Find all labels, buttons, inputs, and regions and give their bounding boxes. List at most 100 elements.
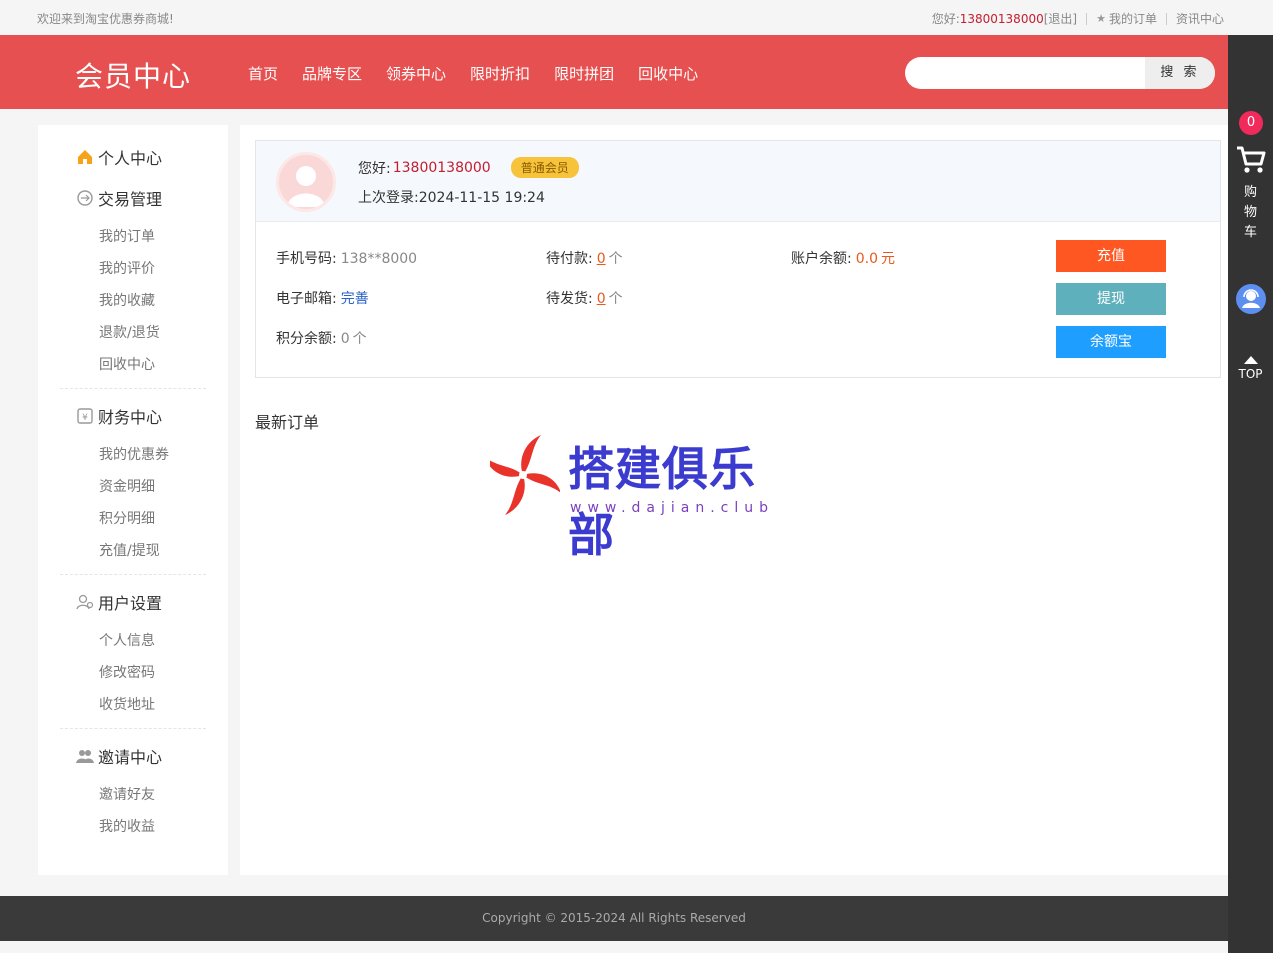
balance-currency: 元 [880,251,895,267]
balance-row: 账户余额: 0.0 元 [791,248,895,268]
nav-group-buy[interactable]: 限时拼团 [554,63,614,84]
menu-item-recycle[interactable]: 回收中心 [99,354,155,374]
nav-coupons[interactable]: 领券中心 [386,63,446,84]
member-level-badge: 普通会员 [510,157,579,178]
menu-item-shipping-address[interactable]: 收货地址 [99,694,155,714]
menu-item-profile-info[interactable]: 个人信息 [99,630,155,650]
pending-payment-label: 待付款: [546,251,593,267]
pending-shipment-label: 待发货: [546,291,593,307]
main-nav: 首页 品牌专区 领券中心 限时折扣 限时拼团 回收中心 [248,63,722,84]
back-to-top-button[interactable]: TOP [1228,353,1273,381]
menu-personal-label: 个人中心 [98,149,163,168]
top-bar-right: 您好: 13800138000 [退出] ★ 我的订单 资讯中心 [932,10,1224,27]
pending-shipment-unit: 个 [608,291,623,307]
balance-value: 0.0 [855,251,878,267]
footer: Copyright © 2015-2024 All Rights Reserve… [0,896,1228,941]
phone-label: 手机号码: [276,251,337,267]
email-complete-link[interactable]: 完善 [341,291,369,307]
pending-payment-count[interactable]: 0 [597,251,606,267]
home-icon [78,150,92,164]
pending-shipment-count[interactable]: 0 [597,291,606,307]
user-settings-icon [76,594,94,610]
menu-user-settings-title: 用户设置 [98,594,163,613]
search-input[interactable] [905,57,1145,89]
balance-label: 账户余额: [791,251,852,267]
page-logo[interactable]: 会员中心 [75,55,191,95]
customer-service-icon[interactable] [1236,284,1266,314]
recharge-button[interactable]: 充值 [1056,240,1166,272]
search-button[interactable]: 搜 索 [1145,57,1215,89]
last-login: 上次登录:2024-11-15 19:24 [358,187,545,207]
welcome-text: 欢迎来到淘宝优惠券商城! [37,12,174,26]
trade-icon [77,190,93,206]
menu-item-change-password[interactable]: 修改密码 [99,662,155,682]
right-toolbar: 0 购 物 车 TOP [1228,35,1273,953]
menu-item-my-earnings[interactable]: 我的收益 [99,816,155,836]
nav-flash-discount[interactable]: 限时折扣 [470,63,530,84]
avatar[interactable] [276,152,336,212]
cart-label[interactable]: 购 物 车 [1228,183,1273,243]
menu-item-refunds[interactable]: 退款/退货 [99,322,160,342]
invite-icon [76,750,94,763]
top-username-link[interactable]: 13800138000 [960,12,1044,26]
yuebao-button[interactable]: 余额宝 [1056,326,1166,358]
side-menu: 个人中心 交易管理 我的订单 我的评价 我的收藏 退款/退货 回收中心 ¥ 财务… [38,125,228,875]
email-label: 电子邮箱: [276,291,337,307]
star-icon: ★ [1096,12,1106,25]
news-center-link[interactable]: 资讯中心 [1176,10,1224,27]
pending-payment-row: 待付款: 0 个 [546,248,623,268]
menu-trade-title: 交易管理 [98,190,163,209]
top-separator [1086,12,1088,25]
username: 13800138000 [392,159,491,176]
copyright-text: Copyright © 2015-2024 All Rights Reserve… [482,911,746,925]
top-separator [1165,12,1167,25]
nav-home[interactable]: 首页 [248,63,278,84]
account-header: 您好: 13800138000 普通会员 上次登录:2024-11-15 19:… [256,141,1220,222]
menu-divider [60,728,206,729]
menu-finance-title: 财务中心 [98,408,163,427]
menu-group-user-settings: 用户设置 [76,590,162,614]
menu-item-points-details[interactable]: 积分明细 [99,508,155,528]
menu-item-my-coupons[interactable]: 我的优惠券 [99,444,169,464]
watermark-url: www.dajian.club [570,500,775,516]
finance-icon: ¥ [77,408,93,424]
menu-group-invite: 邀请中心 [76,744,162,768]
menu-divider [60,574,206,575]
email-row: 电子邮箱: 完善 [276,288,369,308]
header: 会员中心 首页 品牌专区 领券中心 限时折扣 限时拼团 回收中心 搜 索 [0,35,1228,109]
cart-icon[interactable] [1235,145,1267,175]
greeting-label: 您好: [358,160,391,177]
last-login-label: 上次登录: [358,190,419,206]
top-bar: 欢迎来到淘宝优惠券商城! 您好: 13800138000 [退出] ★ 我的订单… [0,0,1228,35]
cart-count-badge: 0 [1239,111,1263,135]
menu-group-finance: ¥ 财务中心 [76,404,162,428]
logout-link[interactable]: [退出] [1044,10,1077,27]
svg-text:¥: ¥ [82,413,88,423]
menu-item-my-favorites[interactable]: 我的收藏 [99,290,155,310]
pinwheel-logo-icon [490,435,560,515]
search-box: 搜 索 [905,57,1215,89]
menu-item-recharge-withdraw[interactable]: 充值/提现 [99,540,160,560]
watermark-logo: 搭建俱乐部 www.dajian.club [490,427,790,562]
menu-item-my-orders[interactable]: 我的订单 [99,226,155,246]
menu-item-fund-details[interactable]: 资金明细 [99,476,155,496]
pending-payment-unit: 个 [608,251,623,267]
watermark-title: 搭建俱乐部 [568,442,756,562]
points-value: 0 [340,331,350,347]
my-orders-link[interactable]: 我的订单 [1109,10,1157,27]
greeting: 您好: 13800138000 普通会员 [358,157,579,178]
withdraw-button[interactable]: 提现 [1056,283,1166,315]
points-label: 积分余额: [276,331,337,347]
nav-brands[interactable]: 品牌专区 [302,63,362,84]
hello-prefix: 您好: [931,12,960,26]
menu-personal-center[interactable]: 个人中心 [76,145,162,169]
menu-group-trade: 交易管理 [76,186,162,210]
menu-divider [60,388,206,389]
back-to-top-label: TOP [1238,367,1263,381]
account-summary-card: 您好: 13800138000 普通会员 上次登录:2024-11-15 19:… [255,140,1221,378]
nav-recycle[interactable]: 回收中心 [638,63,698,84]
menu-item-my-reviews[interactable]: 我的评价 [99,258,155,278]
points-unit: 个 [352,331,367,347]
phone-row: 手机号码: 138**8000 [276,248,417,268]
menu-item-invite-friends[interactable]: 邀请好友 [99,784,155,804]
